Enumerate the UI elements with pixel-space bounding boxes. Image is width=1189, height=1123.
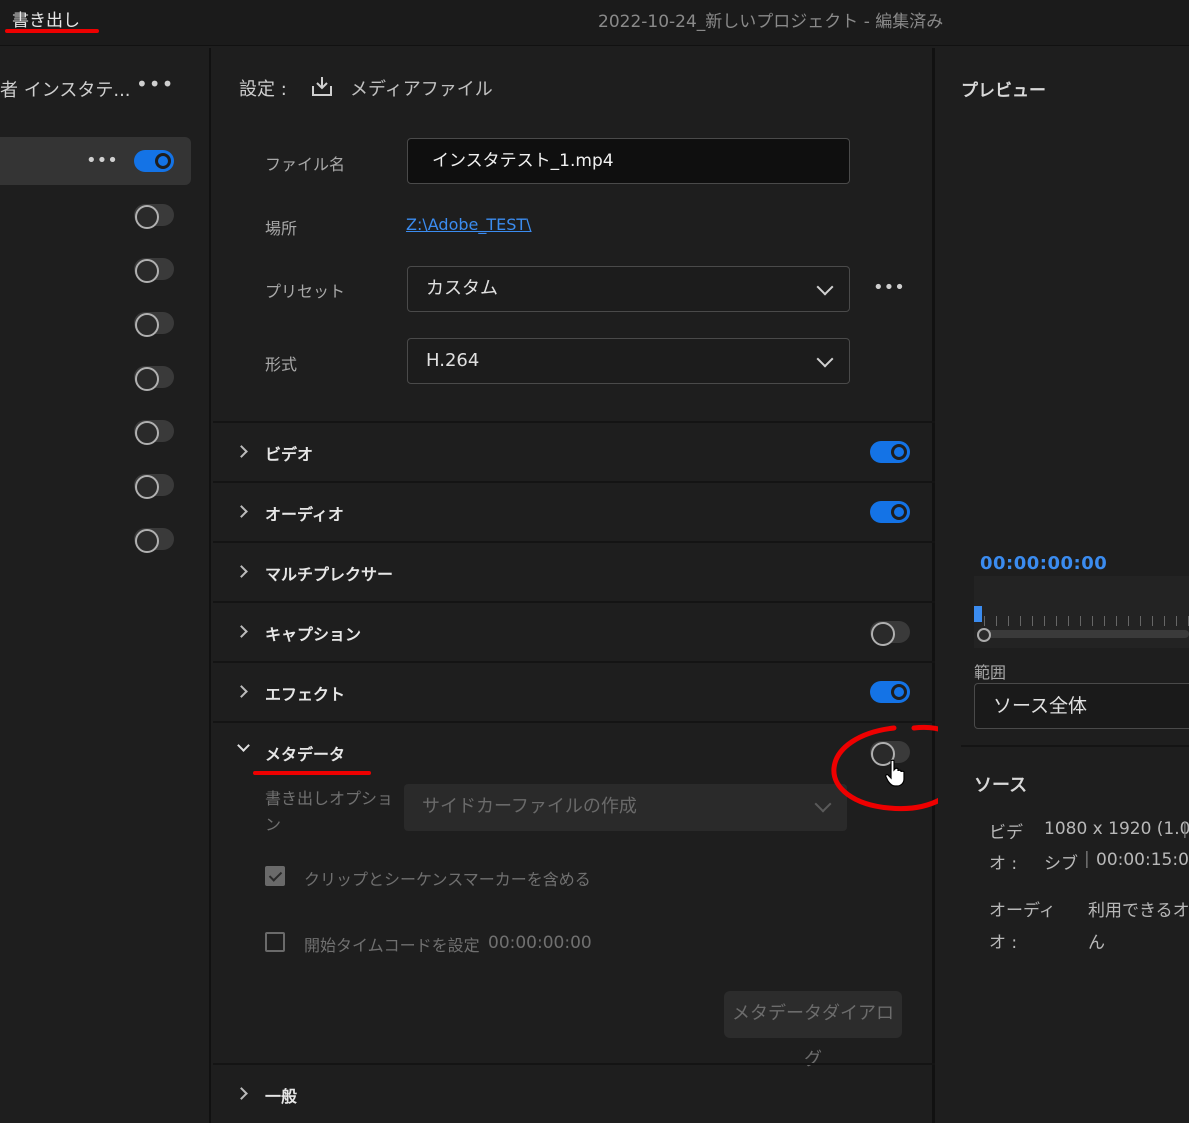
annotation-underline-tab: [5, 29, 99, 33]
top-bar: 書き出し 2022-10-24_新しいプロジェクト - 編集済み: [0, 0, 1189, 46]
destinations-panel: 者 インスタテ... ••• •••: [0, 48, 211, 1123]
export-option-label-cont: ン: [265, 815, 282, 834]
section-video[interactable]: ビデオ: [213, 421, 935, 481]
settings-panel: 設定 : メディアファイル ファイル名 インスタテスト_1.mp4 場所 Z:\…: [213, 48, 935, 1123]
more-icon[interactable]: •••: [86, 150, 118, 171]
metadata-dialog-button: メタデータダイアログ: [724, 991, 902, 1070]
preset-select[interactable]: カスタム: [407, 266, 850, 312]
range-slider[interactable]: [978, 630, 1189, 638]
video-toggle[interactable]: [870, 441, 910, 463]
chevron-right-icon: [235, 565, 248, 578]
video-info-label-cont: オ :: [989, 854, 1018, 874]
chevron-down-icon: [816, 350, 834, 368]
timeline-ticks: [984, 616, 1189, 626]
range-start-handle[interactable]: [977, 628, 991, 642]
chevron-right-icon: [235, 505, 248, 518]
section-effects[interactable]: エフェクト: [213, 661, 935, 721]
video-info-label: ビデ: [989, 823, 1023, 843]
chevron-right-icon: [235, 625, 248, 638]
filename-label: ファイル名: [265, 155, 346, 174]
start-timecode-checkbox: [265, 932, 285, 952]
settings-title: 設定 :: [239, 79, 287, 100]
more-icon[interactable]: •••: [873, 277, 905, 298]
source-title: ソース: [974, 775, 1028, 796]
export-option-label: 書き出しオプショ: [265, 789, 394, 808]
chevron-down-icon: [237, 739, 250, 752]
filename-input[interactable]: インスタテスト_1.mp4: [407, 138, 850, 184]
preview-timecode[interactable]: 00:00:00:00: [980, 553, 1107, 574]
section-label: 一般: [265, 1087, 298, 1106]
video-shift: シブ: [1044, 854, 1078, 874]
include-markers-checkbox: [265, 866, 285, 886]
section-general[interactable]: 一般: [213, 1063, 935, 1123]
destination-toggle[interactable]: [134, 204, 174, 229]
preview-title: プレビュー: [961, 81, 1046, 101]
chevron-right-icon: [235, 685, 248, 698]
include-markers-label: クリップとシーケンスマーカーを含める: [304, 870, 591, 889]
format-label: 形式: [265, 355, 298, 374]
audio-toggle[interactable]: [870, 501, 910, 523]
destination-toggle[interactable]: [134, 366, 174, 391]
video-duration: 00:00:15:00: [1096, 850, 1189, 870]
preset-label: プリセット: [265, 282, 346, 301]
range-label: 範囲: [974, 663, 1007, 682]
export-option-value: サイドカーファイルの作成: [422, 796, 637, 817]
chevron-right-icon: [235, 1087, 248, 1100]
format-value: H.264: [426, 350, 480, 371]
divider: [961, 745, 1189, 747]
video-resolution: 1080 x 1920 (1.0): [1044, 819, 1189, 839]
audio-info-label-cont: オ :: [989, 933, 1018, 953]
export-file-icon: [312, 77, 332, 96]
audio-info-value: 利用できるオ: [1088, 901, 1189, 921]
location-link[interactable]: Z:\Adobe_TEST\: [406, 215, 532, 234]
section-captions[interactable]: キャプション: [213, 601, 935, 661]
annotation-underline-metadata: [253, 771, 371, 775]
chevron-down-icon: [816, 278, 834, 296]
destination-toggle[interactable]: [134, 420, 174, 445]
preview-panel: プレビュー 00:00:00:00 範囲 ソース全体 ソース ビデ オ : 10…: [938, 48, 1189, 1123]
section-label: マルチプレクサー: [265, 565, 394, 584]
video-separator: |: [1084, 849, 1090, 869]
section-label: メタデータ: [265, 745, 346, 764]
destination-toggle[interactable]: [134, 528, 174, 553]
location-label: 場所: [265, 219, 298, 238]
more-icon[interactable]: •••: [136, 72, 174, 96]
section-label: オーディオ: [265, 505, 344, 524]
export-tab[interactable]: 書き出し: [12, 6, 80, 31]
section-label: エフェクト: [265, 685, 346, 704]
captions-toggle[interactable]: [870, 621, 910, 646]
section-label: キャプション: [265, 625, 362, 644]
audio-info-value-cont: ん: [1088, 933, 1105, 953]
format-select[interactable]: H.264: [407, 338, 850, 384]
audio-info-label: オーディ: [989, 901, 1056, 921]
destination-toggle[interactable]: [134, 258, 174, 283]
export-option-select: サイドカーファイルの作成: [404, 784, 847, 831]
section-audio[interactable]: オーディオ: [213, 481, 935, 541]
media-file-label: メディアファイル: [350, 79, 493, 100]
destination-toggle[interactable]: [134, 312, 174, 337]
preset-value: カスタム: [426, 278, 498, 299]
video-separator: |: [1182, 819, 1188, 839]
project-title: 2022-10-24_新しいプロジェクト - 編集済み: [598, 12, 944, 32]
destination-header: 者 インスタテ...: [0, 80, 131, 101]
destination-toggle[interactable]: [134, 150, 174, 172]
section-label: ビデオ: [265, 445, 314, 464]
effects-toggle[interactable]: [870, 681, 910, 703]
chevron-right-icon: [235, 445, 248, 458]
range-select[interactable]: ソース全体: [974, 683, 1189, 729]
start-timecode-value: 00:00:00:00: [488, 933, 592, 953]
destination-toggle[interactable]: [134, 474, 174, 499]
start-timecode-label: 開始タイムコードを設定: [304, 936, 480, 955]
section-multiplexer[interactable]: マルチプレクサー: [213, 541, 935, 601]
playhead-handle[interactable]: [974, 606, 982, 622]
